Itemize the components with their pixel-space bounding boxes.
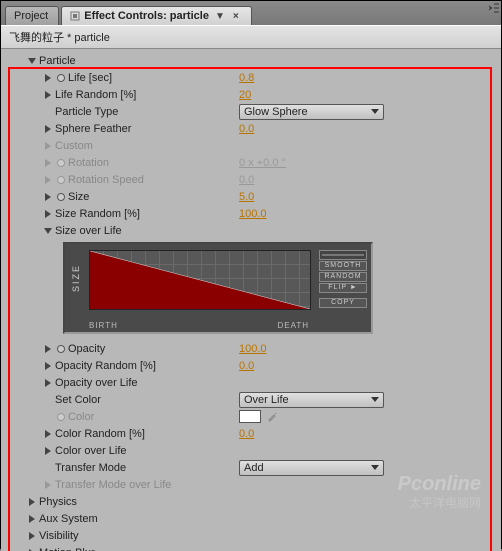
triangle-right-icon [43,209,53,219]
triangle-right-icon [27,548,37,551]
graph-birth-label: BIRTH [89,321,118,330]
triangle-down-icon [43,226,53,236]
prop-size-random[interactable]: Size Random [%]100.0 [5,205,501,222]
stopwatch-icon[interactable] [55,72,66,83]
triangle-right-icon [43,480,53,490]
value[interactable]: 100.0 [239,343,267,355]
triangle-right-icon [43,378,53,388]
value[interactable]: 0.0 [239,428,254,440]
triangle-right-icon [43,158,53,168]
graph-canvas[interactable] [89,250,311,310]
prop-rotation-speed: Rotation Speed0.0 [5,171,501,188]
value[interactable]: 5.0 [239,191,254,203]
stopwatch-icon [55,157,66,168]
chevron-down-icon [371,397,379,402]
prop-size[interactable]: Size5.0 [5,188,501,205]
group-aux-system[interactable]: Aux System [5,510,501,527]
stopwatch-icon [55,174,66,185]
triangle-right-icon [27,514,37,524]
prop-set-color[interactable]: Set ColorOver Life [5,391,501,408]
prop-opacity-random[interactable]: Opacity Random [%]0.0 [5,357,501,374]
prop-life-random[interactable]: Life Random [%]20 [5,86,501,103]
chevron-down-icon [371,465,379,470]
prop-life[interactable]: Life [sec]0.8 [5,69,501,86]
chevron-down-icon [371,109,379,114]
size-over-life-graph[interactable]: SIZE BIRTH DEATH SMOOTH RANDOM FLIP ► CO… [63,242,373,334]
effect-panel: Particle Life [sec]0.8 Life Random [%]20… [1,49,501,551]
panel-icon [70,11,80,21]
tab-label: Effect Controls: particle [84,10,209,22]
prop-transfer-mode[interactable]: Transfer ModeAdd [5,459,501,476]
group-motion-blur[interactable]: Motion Blur [5,544,501,551]
stopwatch-icon[interactable] [55,191,66,202]
prop-opacity[interactable]: Opacity100.0 [5,340,501,357]
value[interactable]: 0.8 [239,72,254,84]
triangle-down-icon [27,56,37,66]
graph-death-label: DEATH [277,321,309,330]
prop-rotation: Rotation0 x +0.0 ° [5,154,501,171]
tab-label: Project [14,10,48,22]
graph-btn-flip[interactable]: FLIP ► [319,283,367,293]
stopwatch-icon[interactable] [55,343,66,354]
group-particle[interactable]: Particle [5,52,501,69]
triangle-right-icon [27,497,37,507]
color-swatch [239,410,261,423]
dropdown-particle-type[interactable]: Glow Sphere [239,104,384,120]
value[interactable]: 0.0 [239,123,254,135]
triangle-right-icon [27,531,37,541]
comp-header: 飞舞的粒子 * particle [1,25,501,49]
value[interactable]: 100.0 [239,208,267,220]
dropdown-transfer-mode[interactable]: Add [239,460,384,476]
close-icon[interactable]: × [231,11,241,22]
dropdown-set-color[interactable]: Over Life [239,392,384,408]
triangle-right-icon [43,344,53,354]
graph-btn-random[interactable]: RANDOM [319,272,367,282]
group-color-over-life[interactable]: Color over Life [5,442,501,459]
tab-effect-controls[interactable]: Effect Controls: particle ▼ × [61,6,251,25]
prop-color: Color [5,408,501,425]
group-transfer-mode-over-life: Transfer Mode over Life [5,476,501,493]
stopwatch-icon [55,411,66,422]
prop-custom: Custom [5,137,501,154]
graph-btn-copy[interactable]: COPY [319,298,367,308]
prop-sphere-feather[interactable]: Sphere Feather0.0 [5,120,501,137]
group-opacity-over-life[interactable]: Opacity over Life [5,374,501,391]
triangle-right-icon [43,141,53,151]
graph-y-label: SIZE [71,264,81,292]
group-size-over-life[interactable]: Size over Life [5,222,501,239]
dropdown-icon[interactable]: ▼ [213,11,227,22]
prop-color-random[interactable]: Color Random [%]0.0 [5,425,501,442]
graph-buttons: SMOOTH RANDOM FLIP ► COPY [319,250,367,308]
triangle-right-icon [43,361,53,371]
triangle-right-icon [43,175,53,185]
tab-bar: Project Effect Controls: particle ▼ × [1,1,501,25]
triangle-right-icon [43,446,53,456]
triangle-right-icon [43,90,53,100]
value: 0 x +0.0 ° [239,157,286,169]
tab-project[interactable]: Project [5,6,59,25]
value: 0.0 [239,174,254,186]
panel-menu-icon[interactable] [487,1,501,15]
prop-particle-type[interactable]: Particle TypeGlow Sphere [5,103,501,120]
triangle-right-icon [43,73,53,83]
graph-btn-smooth[interactable]: SMOOTH [319,261,367,271]
triangle-right-icon [43,429,53,439]
value[interactable]: 0.0 [239,360,254,372]
triangle-right-icon [43,124,53,134]
eyedropper-icon [266,410,279,423]
group-physics[interactable]: Physics [5,493,501,510]
graph-presets-icon[interactable] [319,250,367,260]
value[interactable]: 20 [239,89,251,101]
triangle-right-icon [43,192,53,202]
group-visibility[interactable]: Visibility [5,527,501,544]
